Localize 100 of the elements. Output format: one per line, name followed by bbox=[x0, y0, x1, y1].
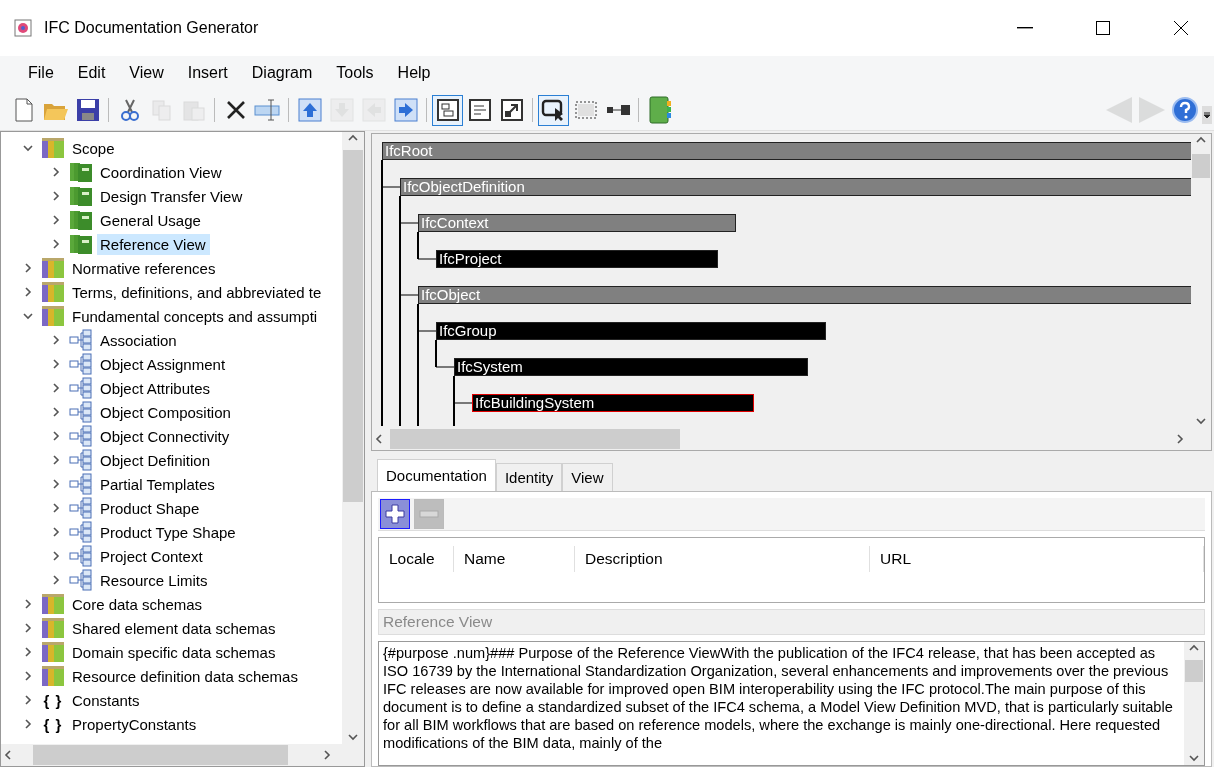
delete-icon bbox=[224, 99, 247, 121]
class-node[interactable]: IfcObjectDefinition bbox=[400, 178, 1191, 196]
new-document-icon bbox=[12, 98, 35, 122]
tree-item[interactable]: Design Transfer View bbox=[97, 185, 247, 207]
resize-icon bbox=[499, 98, 524, 122]
diagram-icon bbox=[69, 449, 93, 471]
books-icon bbox=[41, 641, 65, 663]
diagram-icon bbox=[69, 401, 93, 423]
vertical-scrollbar[interactable] bbox=[1184, 642, 1204, 765]
section-title: Reference View bbox=[378, 609, 1205, 635]
overflow-button[interactable] bbox=[1202, 105, 1212, 124]
menu-item[interactable]: Edit bbox=[67, 64, 120, 82]
text-align-icon bbox=[467, 98, 492, 122]
books-icon bbox=[41, 305, 65, 327]
maximize-icon bbox=[1095, 20, 1111, 36]
book-icon bbox=[69, 161, 93, 183]
scrollbar-thumb[interactable] bbox=[1185, 660, 1203, 682]
class-node[interactable]: IfcObject bbox=[418, 286, 1191, 304]
class-node[interactable]: IfcProject bbox=[436, 250, 718, 268]
tab[interactable]: Identity bbox=[495, 463, 563, 491]
tree-item[interactable]: General Usage bbox=[97, 209, 205, 231]
tree-item[interactable]: Shared element data schemas bbox=[69, 617, 280, 639]
diagram-icon bbox=[69, 521, 93, 543]
class-node[interactable]: IfcContext bbox=[418, 214, 736, 232]
class-node[interactable]: IfcBuildingSystem bbox=[472, 394, 754, 412]
tree-item[interactable]: Domain specific data schemas bbox=[69, 641, 280, 663]
minimize-icon bbox=[1017, 27, 1033, 29]
column-header[interactable]: URL bbox=[870, 546, 1204, 572]
tree-item[interactable]: Core data schemas bbox=[69, 593, 207, 615]
toolbar-button[interactable] bbox=[538, 94, 569, 126]
class-node[interactable]: IfcRoot bbox=[382, 142, 1191, 160]
tree-item[interactable]: Object Connectivity bbox=[97, 425, 234, 447]
scrollbar-thumb[interactable] bbox=[33, 745, 288, 765]
tree-item[interactable]: Object Composition bbox=[97, 401, 235, 423]
books-icon bbox=[41, 665, 65, 687]
help-icon bbox=[1170, 96, 1199, 124]
braces-icon: { } bbox=[41, 715, 65, 733]
tree-item[interactable]: Coordination View bbox=[97, 161, 226, 183]
tree-item[interactable]: Reference View bbox=[97, 233, 210, 255]
tree-item[interactable]: Terms, definitions, and abbreviated te bbox=[69, 281, 326, 303]
notebook-icon bbox=[646, 96, 673, 124]
diagram-icon bbox=[69, 329, 93, 351]
menu-item[interactable]: Diagram bbox=[241, 64, 327, 82]
tree-item[interactable]: Product Shape bbox=[97, 497, 204, 519]
toolbar-button[interactable] bbox=[432, 94, 463, 126]
book-icon bbox=[69, 185, 93, 207]
class-node[interactable]: IfcSystem bbox=[454, 358, 808, 376]
tree-item[interactable]: Product Type Shape bbox=[97, 521, 240, 543]
copy-icon bbox=[150, 98, 173, 122]
tree-item[interactable]: Association bbox=[97, 329, 181, 351]
scrollbar-thumb[interactable] bbox=[390, 429, 680, 449]
scissors-icon bbox=[119, 98, 140, 122]
marquee-icon bbox=[573, 99, 598, 121]
tree-item[interactable]: Partial Templates bbox=[97, 473, 219, 495]
diagram-icon bbox=[69, 473, 93, 495]
menu-item[interactable]: View bbox=[119, 64, 178, 82]
frame-icon bbox=[435, 98, 460, 122]
window-title: IFC Documentation Generator bbox=[44, 19, 260, 37]
tab[interactable]: View bbox=[562, 463, 613, 491]
tree-item[interactable]: Object Assignment bbox=[97, 353, 230, 375]
vertical-scrollbar[interactable] bbox=[342, 132, 364, 744]
column-header[interactable]: Name bbox=[454, 546, 575, 572]
diagram-icon bbox=[69, 497, 93, 519]
tab[interactable]: Documentation bbox=[377, 459, 496, 491]
tree-item[interactable]: Scope bbox=[69, 137, 119, 159]
navigation-button[interactable] bbox=[1169, 94, 1200, 126]
diagram-icon bbox=[69, 425, 93, 447]
class-node[interactable]: IfcGroup bbox=[436, 322, 826, 340]
menu-item[interactable]: Tools bbox=[326, 64, 388, 82]
books-icon bbox=[41, 137, 65, 159]
tree-item[interactable]: Project Context bbox=[97, 545, 207, 567]
menu-item[interactable]: Help bbox=[387, 64, 445, 82]
close-icon bbox=[1173, 20, 1189, 36]
scrollbar-thumb[interactable] bbox=[1192, 154, 1210, 178]
books-icon bbox=[41, 281, 65, 303]
tree-item[interactable]: Resource Limits bbox=[97, 569, 212, 591]
diagram-icon bbox=[69, 353, 93, 375]
tree-item[interactable]: Object Definition bbox=[97, 449, 215, 471]
menu-item[interactable]: Insert bbox=[177, 64, 242, 82]
horizontal-scrollbar[interactable] bbox=[1, 744, 364, 766]
diagram-icon bbox=[69, 545, 93, 567]
books-icon bbox=[41, 593, 65, 615]
column-header[interactable]: Description bbox=[575, 546, 870, 572]
tree-item[interactable]: Constants bbox=[69, 689, 144, 711]
app-icon bbox=[14, 19, 32, 37]
add-button[interactable] bbox=[380, 499, 410, 529]
tree-item[interactable]: PropertyConstants bbox=[69, 713, 201, 735]
tree-item[interactable]: Resource definition data schemas bbox=[69, 665, 302, 687]
menu-item[interactable]: File bbox=[18, 64, 68, 82]
column-header[interactable]: Locale bbox=[379, 546, 454, 572]
forward-arrow-icon bbox=[1136, 95, 1167, 125]
plus-icon bbox=[384, 503, 406, 525]
diagram-icon bbox=[69, 569, 93, 591]
books-icon bbox=[41, 617, 65, 639]
tree-item[interactable]: Fundamental concepts and assumpti bbox=[69, 305, 322, 327]
braces-icon: { } bbox=[41, 691, 65, 709]
rename-icon bbox=[252, 98, 283, 122]
scrollbar-thumb[interactable] bbox=[343, 150, 363, 502]
tree-item[interactable]: Object Attributes bbox=[97, 377, 215, 399]
tree-item[interactable]: Normative references bbox=[69, 257, 220, 279]
